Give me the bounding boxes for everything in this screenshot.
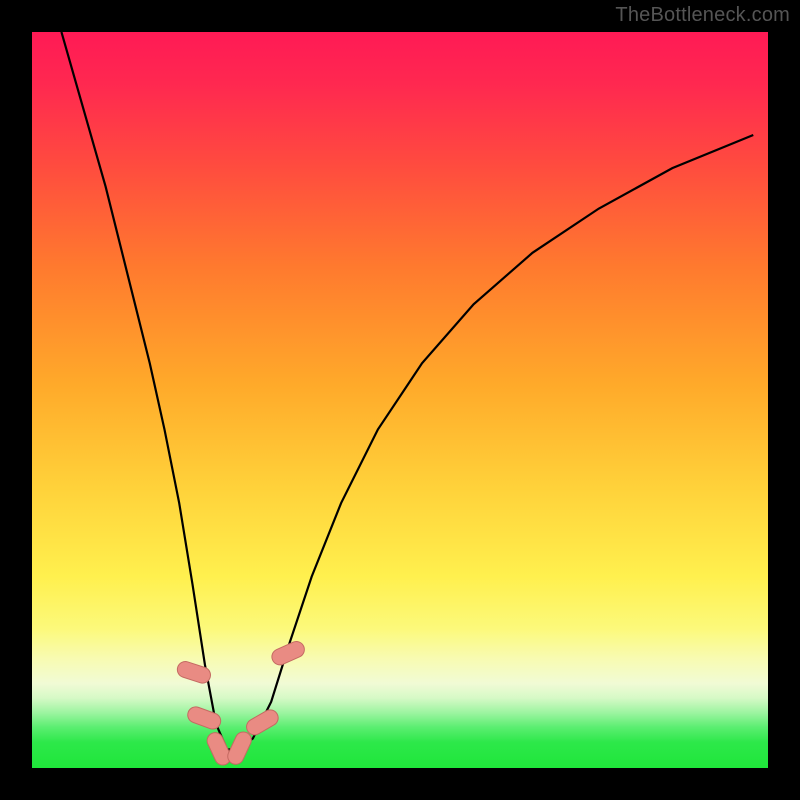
attribution-text: TheBottleneck.com (615, 4, 790, 27)
plot-area (32, 32, 768, 768)
gradient-background (32, 32, 768, 768)
bottleneck-chart (32, 32, 768, 768)
outer-frame: TheBottleneck.com (0, 0, 800, 800)
